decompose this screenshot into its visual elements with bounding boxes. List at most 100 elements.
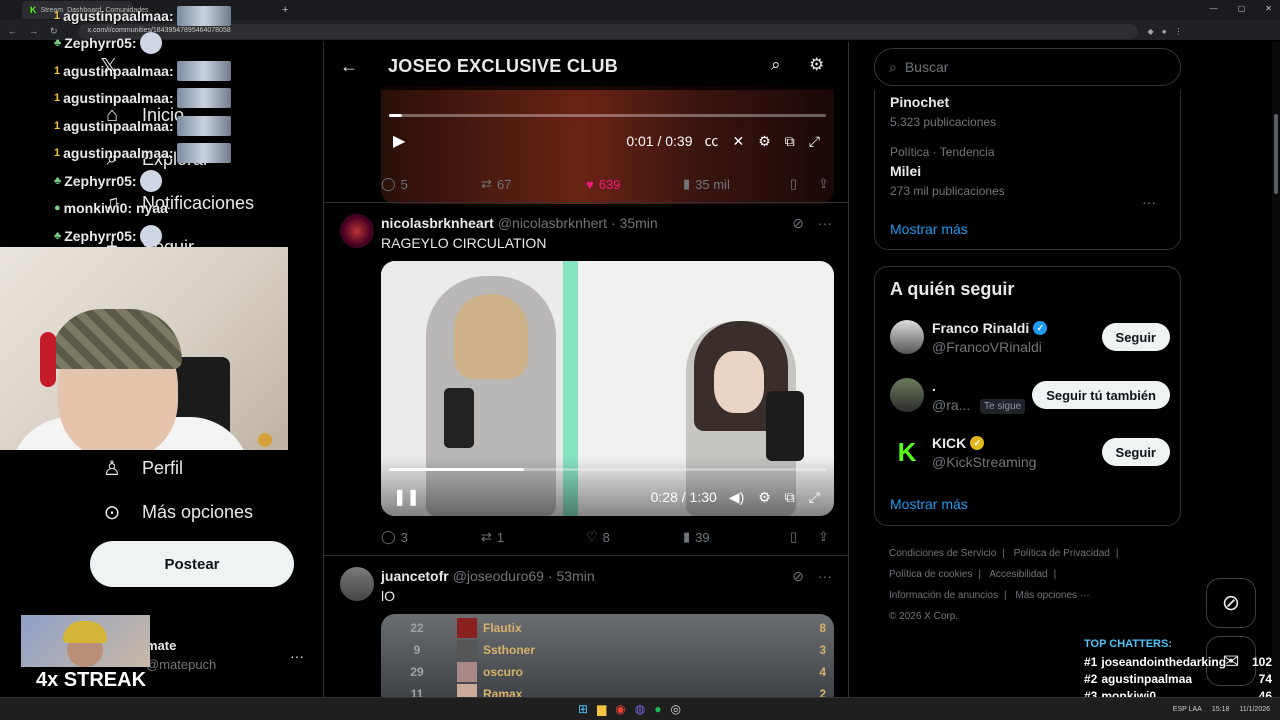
reply-button[interactable]: ◯ 5: [381, 176, 481, 192]
footer-privacy-link[interactable]: Política de Privacidad: [1014, 548, 1110, 559]
footer-accessibility-link[interactable]: Accesibilidad: [989, 569, 1047, 580]
account-switcher[interactable]: mate @matepuch: [146, 638, 216, 672]
profile-icon[interactable]: ●: [1162, 27, 1167, 36]
footer-ads-link[interactable]: Información de anuncios: [889, 590, 998, 601]
repost-button[interactable]: ⇄ 67: [481, 176, 586, 192]
post-author-handle[interactable]: @joseoduro69: [453, 568, 544, 584]
reply-button[interactable]: ◯ 3: [381, 529, 481, 545]
post-author-name[interactable]: juancetofr: [381, 568, 449, 584]
post-author-handle[interactable]: @nicolasbrknhert: [498, 215, 607, 231]
clock-time[interactable]: 15:18: [1212, 706, 1230, 713]
video-progress[interactable]: [389, 468, 826, 471]
footer-sep: |: [978, 569, 981, 580]
mute-icon[interactable]: ✕: [733, 133, 745, 150]
show-more-link[interactable]: Mostrar más: [890, 221, 968, 237]
fullscreen-icon[interactable]: ⤢: [809, 489, 820, 506]
video-player[interactable]: ❚❚ 0:28 / 1:30 ◀) ⚙ ⧉ ⤢: [381, 261, 834, 516]
search-input[interactable]: [904, 59, 1155, 75]
follow-button[interactable]: Seguir: [1101, 323, 1170, 351]
follow-button[interactable]: Seguir: [1101, 438, 1170, 466]
scrollbar-thumb[interactable]: [1274, 114, 1278, 194]
windows-start-icon[interactable]: ⊞: [578, 702, 588, 716]
back-arrow-icon[interactable]: ←: [340, 56, 364, 77]
chat-message: 1 agustinpaalmaa:: [54, 140, 304, 168]
trend-item[interactable]: Política · Tendencia Milei 273 mil publi…: [890, 145, 1005, 198]
follow-suggestion[interactable]: . @ra... Te sigue Seguir tú también: [890, 378, 1170, 422]
follow-back-button[interactable]: Seguir tú también: [1032, 381, 1170, 409]
fullscreen-icon[interactable]: ⤢: [809, 133, 820, 150]
chat-message: 1 agustinpaalmaa:: [54, 2, 304, 30]
follow-suggestion[interactable]: Franco Rinaldi ✓ @FrancoVRinaldi Seguir: [890, 320, 1170, 364]
page-scrollbar[interactable]: [1272, 42, 1280, 697]
bookmark-icon[interactable]: ▯: [790, 529, 818, 545]
more-icon[interactable]: ···: [818, 568, 832, 585]
trend-item[interactable]: Pinochet 5.323 publicaciones: [890, 90, 996, 129]
minimize-icon[interactable]: —: [1210, 4, 1218, 13]
like-button[interactable]: ♡ 8: [586, 529, 683, 545]
gear-icon[interactable]: ⚙: [809, 55, 824, 75]
forward-icon[interactable]: →: [29, 26, 38, 37]
grok-icon[interactable]: ⊘: [792, 215, 804, 232]
spotify-icon[interactable]: ●: [654, 702, 661, 716]
chrome-icon[interactable]: ◉: [615, 702, 625, 716]
obs-icon[interactable]: ◎: [671, 702, 681, 716]
play-icon[interactable]: ▶: [393, 131, 405, 151]
chat-username: monkiwi0: nyaa: [63, 200, 168, 217]
views-button[interactable]: ▮ 35 mil: [683, 176, 790, 192]
footer-terms-link[interactable]: Condiciones de Servicio: [889, 548, 996, 559]
more-icon[interactable]: ···: [818, 215, 832, 232]
footer-cookies-link[interactable]: Política de cookies: [889, 569, 972, 580]
chat-username: Zephyrr05:: [64, 35, 137, 52]
settings-icon[interactable]: ⚙: [758, 133, 771, 150]
grok-button[interactable]: ⊘: [1206, 578, 1256, 628]
clock-date[interactable]: 11/1/2026: [1239, 706, 1270, 713]
show-more-link[interactable]: Mostrar más: [890, 496, 968, 512]
nav-profile[interactable]: ♙ Perfil: [100, 456, 183, 481]
follow-suggestion[interactable]: K KICK ✓ @KickStreaming Seguir: [890, 435, 1170, 479]
kick-logo-icon: K: [890, 435, 924, 469]
account-handle: @matepuch: [146, 657, 217, 672]
post-time[interactable]: · 53min: [548, 568, 595, 584]
nav-more[interactable]: ⊙ Más opciones: [100, 500, 253, 525]
search-box[interactable]: ⌕: [874, 48, 1181, 86]
follows-you-badge: Te sigue: [980, 399, 1026, 414]
pip-icon[interactable]: ⧉: [785, 489, 795, 506]
chat-username: agustinpaalmaa:: [63, 145, 174, 162]
volume-icon[interactable]: ◀): [729, 489, 744, 506]
app-icon[interactable]: ◍: [635, 702, 645, 716]
close-icon[interactable]: ✕: [1265, 4, 1272, 13]
menu-icon[interactable]: ⋮: [1175, 27, 1183, 36]
post-author-name[interactable]: nicolasbrknheart: [381, 215, 494, 231]
post-button[interactable]: Postear: [90, 541, 294, 587]
grok-icon[interactable]: ⊘: [792, 568, 804, 585]
person-icon: ♙: [103, 458, 121, 480]
maximize-icon[interactable]: ▢: [1238, 4, 1246, 13]
video-progress[interactable]: [389, 114, 826, 117]
video-controls: ▶ 0:01 / 0:39 ㏄ ✕ ⚙ ⧉ ⤢: [381, 131, 834, 151]
post-time[interactable]: · 35min: [611, 215, 658, 231]
avatar[interactable]: [340, 567, 374, 601]
avatar[interactable]: [340, 214, 374, 248]
share-icon[interactable]: ⇪: [818, 529, 829, 545]
settings-icon[interactable]: ⚙: [758, 489, 771, 506]
share-icon[interactable]: ⇪: [818, 176, 829, 192]
bookmark-icon[interactable]: ▯: [790, 176, 818, 192]
search-icon[interactable]: ⌕: [771, 55, 781, 75]
pip-icon[interactable]: ⧉: [785, 133, 795, 150]
post-image-leaderboard[interactable]: 22 Flautix 8 9 Ssthoner 3 29 oscuro 4 11…: [381, 614, 834, 697]
back-icon[interactable]: ←: [8, 26, 17, 37]
footer-more-link[interactable]: Más opciones ···: [1015, 590, 1089, 601]
captions-icon[interactable]: ㏄: [705, 131, 719, 151]
extension-icon[interactable]: ◆: [1148, 27, 1154, 36]
account-more-icon[interactable]: ···: [290, 648, 304, 664]
like-button[interactable]: ♥ 639: [586, 177, 683, 192]
pause-icon[interactable]: ❚❚: [393, 487, 420, 507]
trend-more-icon[interactable]: ···: [1142, 194, 1156, 210]
views-button[interactable]: ▮ 39: [683, 529, 790, 545]
language-indicator[interactable]: ESP LAA: [1173, 706, 1202, 713]
file-explorer-icon[interactable]: ▆: [597, 702, 606, 716]
nav-buttons: ← → ↻: [8, 26, 58, 37]
chat-emote: [176, 5, 231, 26]
video-controls: ❚❚ 0:28 / 1:30 ◀) ⚙ ⧉ ⤢: [381, 487, 834, 507]
repost-button[interactable]: ⇄ 1: [481, 529, 586, 545]
